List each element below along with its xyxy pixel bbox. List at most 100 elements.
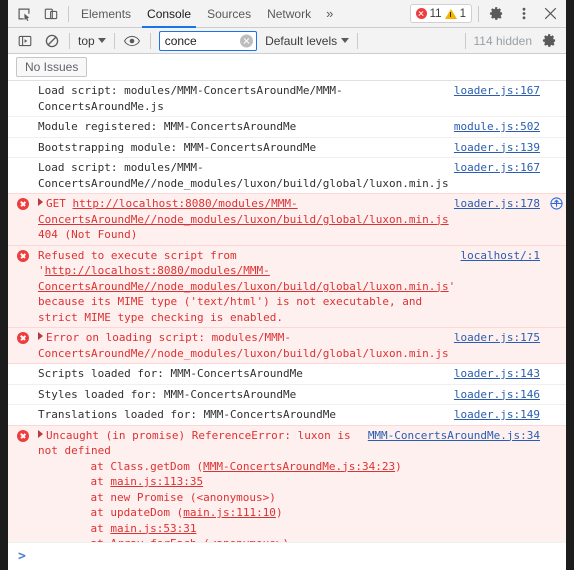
close-devtools-icon[interactable] <box>537 1 564 27</box>
expand-triangle-icon[interactable] <box>38 429 43 438</box>
message-text: Error on loading script: modules/MMM-Con… <box>38 331 449 360</box>
devtools-panel: Elements Console Sources Network » 11 1 <box>8 0 566 570</box>
message-source-link[interactable]: loader.js:146 <box>454 387 546 403</box>
console-message[interactable]: Scripts loaded for: MMM-ConcertsAroundMe… <box>8 364 566 385</box>
message-source-link[interactable]: module.js:502 <box>454 119 546 135</box>
message-source-link[interactable]: loader.js:178 <box>454 196 546 212</box>
message-trailing-spacer <box>546 160 566 161</box>
message-gutter <box>8 428 38 442</box>
message-source-link[interactable]: localhost/:1 <box>461 248 546 264</box>
warning-count-icon <box>444 8 457 19</box>
console-message[interactable]: Styles loaded for: MMM-ConcertsAroundMe l… <box>8 385 566 405</box>
message-source-link[interactable]: loader.js:167 <box>454 160 546 176</box>
filter-input-wrapper <box>158 30 258 51</box>
message-source-link[interactable]: loader.js:149 <box>454 407 546 423</box>
message-trailing-spacer <box>546 140 566 141</box>
console-prompt[interactable]: > <box>8 542 566 570</box>
tab-sources[interactable]: Sources <box>199 0 259 28</box>
error-icon <box>17 198 29 210</box>
more-options-menu-icon[interactable] <box>510 1 537 27</box>
stack-frame: at Class.getDom (MMM-ConcertsAroundMe.js… <box>64 459 402 473</box>
message-trailing-spacer <box>546 366 566 367</box>
toolbar-divider-3 <box>149 32 151 49</box>
message-url[interactable]: http://localhost:8080/modules/MMM-Concer… <box>38 264 449 293</box>
message-gutter <box>8 407 38 409</box>
issue-counters[interactable]: 11 1 <box>409 4 472 23</box>
tab-elements[interactable]: Elements <box>73 0 139 28</box>
message-text: Load script: modules/MMM-ConcertsAroundM… <box>38 84 343 113</box>
tabbar-divider <box>68 5 69 22</box>
stack-frame: at main.js:113:35 <box>64 475 204 488</box>
console-message[interactable]: Error on loading script: modules/MMM-Con… <box>8 327 566 364</box>
no-issues-button[interactable]: No Issues <box>16 57 88 77</box>
stack-frame: at updateDom (main.js:111:10) <box>64 506 283 519</box>
toolbar-divider-5 <box>464 32 466 49</box>
window-right-edge <box>566 0 574 570</box>
clear-filter-icon[interactable] <box>240 34 254 47</box>
expand-triangle-icon[interactable] <box>38 198 43 206</box>
message-source-link[interactable]: loader.js:175 <box>454 330 546 346</box>
console-message[interactable]: Translations loaded for: MMM-ConcertsAro… <box>8 405 566 426</box>
message-gutter <box>8 140 38 142</box>
message-trailing-spacer <box>546 407 566 408</box>
error-count: 11 <box>429 7 442 20</box>
message-text: Module registered: MMM-ConcertsAroundMe <box>38 120 297 133</box>
stack-frame-link[interactable]: MMM-ConcertsAroundMe.js:34:23 <box>203 460 395 473</box>
console-message[interactable]: Refused to execute script from 'http://l… <box>8 244 566 328</box>
toolbar-divider-4 <box>357 32 359 49</box>
message-text: Load script: modules/MMM-ConcertsAroundM… <box>38 161 449 190</box>
console-message[interactable]: Bootstrapping module: MMM-ConcertsAround… <box>8 138 566 158</box>
stack-frame: at Array.forEach (<anonymous>) <box>64 536 364 542</box>
message-source-link[interactable]: loader.js:143 <box>454 366 546 382</box>
console-message[interactable]: Module registered: MMM-ConcertsAroundMe m… <box>8 117 566 138</box>
more-tabs-button[interactable]: » <box>319 0 340 28</box>
device-toolbar-icon[interactable] <box>37 1 64 27</box>
counters-divider <box>478 5 479 22</box>
settings-gear-icon[interactable] <box>483 1 510 27</box>
message-gutter <box>8 119 38 121</box>
stack-frame: at new Promise (<anonymous>) <box>64 490 276 504</box>
message-text: Uncaught (in promise) ReferenceError: lu… <box>38 428 402 542</box>
network-request-icon[interactable] <box>546 196 566 210</box>
prompt-chevron-icon: > <box>18 549 26 564</box>
log-levels-selector[interactable]: Default levels <box>261 34 353 48</box>
console-message-list[interactable]: Load script: modules/MMM-ConcertsAroundM… <box>8 81 566 542</box>
stack-frame-link[interactable]: main.js:113:35 <box>110 475 203 488</box>
message-trailing-spacer <box>546 83 566 84</box>
message-text: GET http://localhost:8080/modules/MMM-Co… <box>38 197 449 241</box>
message-source-link[interactable]: loader.js:139 <box>454 140 546 156</box>
message-trailing-spacer <box>546 119 566 120</box>
error-icon <box>17 249 29 262</box>
message-text: Styles loaded for: MMM-ConcertsAroundMe <box>38 387 297 401</box>
message-gutter <box>8 330 38 344</box>
message-source-link[interactable]: loader.js:167 <box>454 83 546 99</box>
console-message[interactable]: Load script: modules/MMM-ConcertsAroundM… <box>8 158 566 194</box>
error-count-icon <box>415 8 427 19</box>
context-selector[interactable]: top <box>74 34 110 48</box>
message-text: Translations loaded for: MMM-ConcertsAro… <box>38 408 337 421</box>
context-selector-label: top <box>78 33 95 48</box>
window-left-edge <box>0 0 8 570</box>
console-message[interactable]: Uncaught (in promise) ReferenceError: lu… <box>8 424 566 542</box>
console-message[interactable]: GET http://localhost:8080/modules/MMM-Co… <box>8 193 566 246</box>
console-message[interactable]: Load script: modules/MMM-ConcertsAroundM… <box>8 81 566 117</box>
console-sidebar-toggle-icon[interactable] <box>11 28 38 54</box>
stack-frame-link[interactable]: main.js:53:31 <box>110 522 196 535</box>
inspect-element-icon[interactable] <box>10 1 37 27</box>
message-url[interactable]: http://localhost:8080/modules/MMM-Concer… <box>38 197 449 226</box>
message-trailing-spacer <box>546 248 566 249</box>
message-gutter <box>8 83 38 85</box>
expand-triangle-icon[interactable] <box>38 332 43 340</box>
message-trailing-spacer <box>546 330 566 331</box>
console-settings-gear-icon[interactable] <box>536 28 563 54</box>
tab-network[interactable]: Network <box>259 0 319 28</box>
stack-frame-link[interactable]: main.js:111:10 <box>183 506 276 519</box>
tab-console[interactable]: Console <box>139 0 199 28</box>
hidden-messages-count[interactable]: 114 hidden <box>470 34 537 48</box>
message-source-link[interactable]: MMM-ConcertsAroundMe.js:34 <box>368 428 546 444</box>
message-text: Bootstrapping module: MMM-ConcertsAround… <box>38 140 317 154</box>
live-expression-eye-icon[interactable] <box>119 28 146 54</box>
message-gutter <box>8 196 38 210</box>
message-gutter <box>8 387 38 389</box>
clear-console-icon[interactable] <box>38 28 65 54</box>
